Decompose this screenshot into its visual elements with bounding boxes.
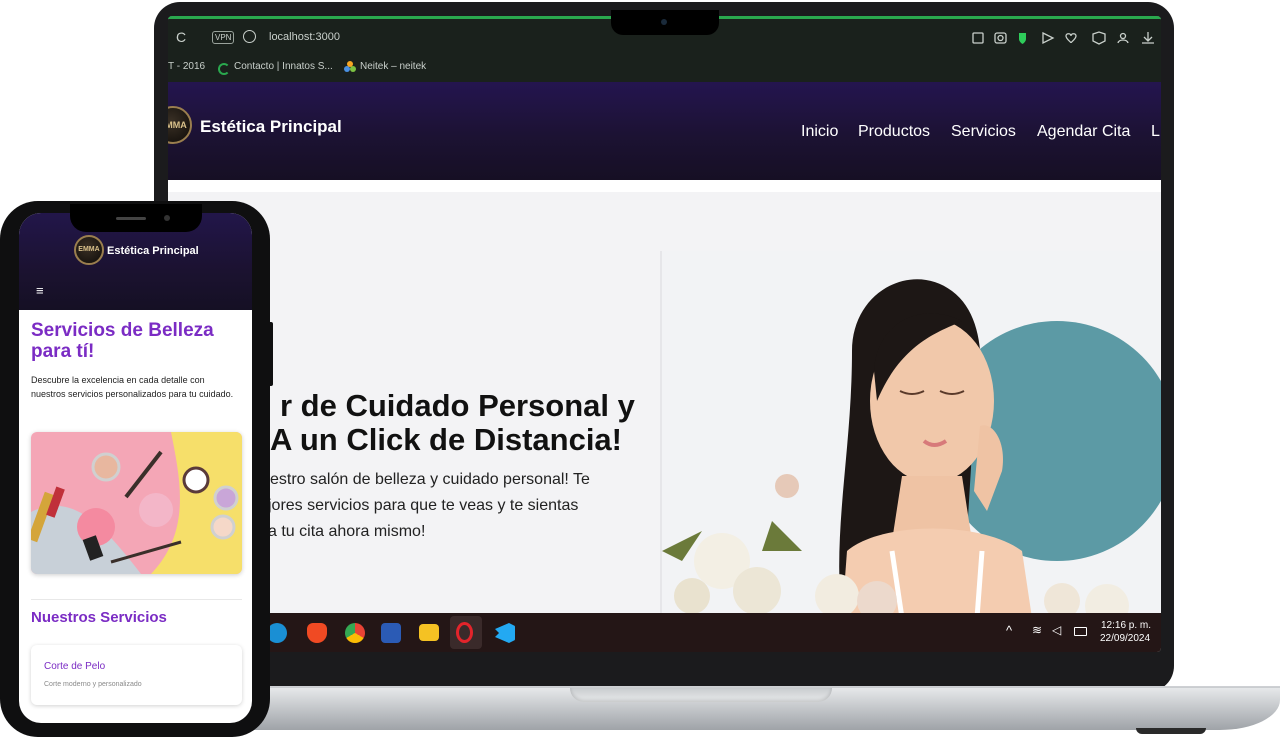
phone-hero-text: Descubre la excelencia en cada detalle c… (31, 375, 234, 399)
edge-icon[interactable] (267, 623, 287, 643)
windows-taskbar: ^ ≋ ◁ 12:16 p. m. 22/09/2024 (168, 613, 1161, 652)
laptop-screen: C VPN localhost:3000 T - 2016 Contacto |… (168, 16, 1161, 652)
file-explorer-icon[interactable] (419, 624, 439, 641)
laptop-foot (1136, 728, 1206, 734)
chrome-icon[interactable] (345, 623, 365, 643)
battery-icon[interactable] (1074, 627, 1087, 636)
phone-makeup-image (31, 432, 242, 574)
phone-screen: EMMA Estética Principal ≡ Servicios de B… (19, 213, 252, 723)
bookmarks-bar: T - 2016 Contacto | Innatos S... Neitek … (168, 56, 1161, 82)
download-icon[interactable] (1142, 32, 1154, 44)
browser-toolbar-icons (972, 31, 1154, 45)
vscode-icon[interactable] (495, 623, 515, 643)
camera-icon[interactable] (994, 32, 1007, 44)
phone-service-card[interactable]: Corte de Pelo Corte moderno y personaliz… (31, 645, 242, 705)
hamburger-menu-icon[interactable]: ≡ (36, 283, 44, 298)
phone-logo[interactable]: EMMA (74, 235, 104, 265)
globe-icon (243, 30, 256, 43)
opera-icon[interactable] (456, 622, 473, 643)
taskbar-time[interactable]: 12:16 p. m. (1101, 620, 1151, 631)
bookmark-item[interactable]: T - 2016 (168, 61, 205, 72)
bookmark-favicon (218, 63, 230, 75)
service-description: Corte moderno y personalizado (44, 681, 142, 688)
nav-agendar-cita[interactable]: Agendar Cita (1037, 123, 1130, 141)
bookmark-item[interactable]: Contacto | Innatos S... (234, 61, 333, 72)
nav-inicio[interactable]: Inicio (801, 123, 838, 141)
header-divider (168, 180, 1161, 192)
send-icon[interactable] (1042, 31, 1055, 45)
hero-title-line: A un Click de Distancia! (270, 422, 622, 457)
user-icon[interactable] (1119, 32, 1127, 40)
box-icon[interactable] (1092, 31, 1106, 45)
laptop-base-notch (570, 688, 832, 702)
phone-divider (31, 599, 242, 600)
vpn-badge[interactable]: VPN (212, 31, 235, 44)
phone-hero-title: Servicios de Belleza para tí! (31, 320, 214, 362)
share-icon[interactable] (972, 32, 984, 44)
hero-woman-image (662, 279, 1161, 628)
reload-icon[interactable]: C (176, 29, 186, 45)
phone-camera-icon (164, 215, 170, 221)
phone-speaker (116, 217, 146, 220)
hero-text-line: jores servicios para que te veas y te si… (268, 497, 579, 514)
wifi-icon[interactable]: ≋ (1032, 623, 1042, 637)
nav-productos[interactable]: Productos (858, 123, 930, 141)
brand-name[interactable]: Estética Principal (200, 117, 342, 137)
word-icon[interactable] (381, 623, 401, 643)
phone-brand-name[interactable]: Estética Principal (107, 245, 199, 257)
hero-text-line: estro salón de belleza y cuidado persona… (270, 471, 590, 488)
logo[interactable]: EMMA (168, 106, 192, 144)
camera-icon (661, 19, 667, 25)
heart-icon[interactable] (1065, 33, 1077, 44)
taskbar-date[interactable]: 22/09/2024 (1100, 633, 1150, 644)
url-field[interactable]: localhost:3000 (269, 31, 340, 43)
volume-icon[interactable]: ◁ (1052, 623, 1061, 637)
chevron-up-icon[interactable]: ^ (1006, 623, 1012, 638)
bookmark-favicon (344, 61, 356, 73)
bookmark-item[interactable]: Neitek – neitek (360, 61, 426, 72)
brave-icon[interactable] (307, 623, 327, 643)
phone-notch (70, 204, 202, 232)
hero-text-line: a tu cita ahora mismo! (268, 523, 426, 540)
hero-image-card (660, 251, 1161, 628)
nav-servicios[interactable]: Servicios (951, 123, 1016, 141)
phone-services-heading: Nuestros Servicios (31, 609, 167, 626)
site-header: EMMA Estética Principal Inicio Productos… (168, 82, 1161, 180)
shield-icon[interactable] (1019, 33, 1026, 44)
nav-more[interactable]: L (1151, 123, 1160, 141)
hero-title-line: r de Cuidado Personal y (280, 388, 635, 423)
service-name[interactable]: Corte de Pelo (44, 661, 105, 672)
